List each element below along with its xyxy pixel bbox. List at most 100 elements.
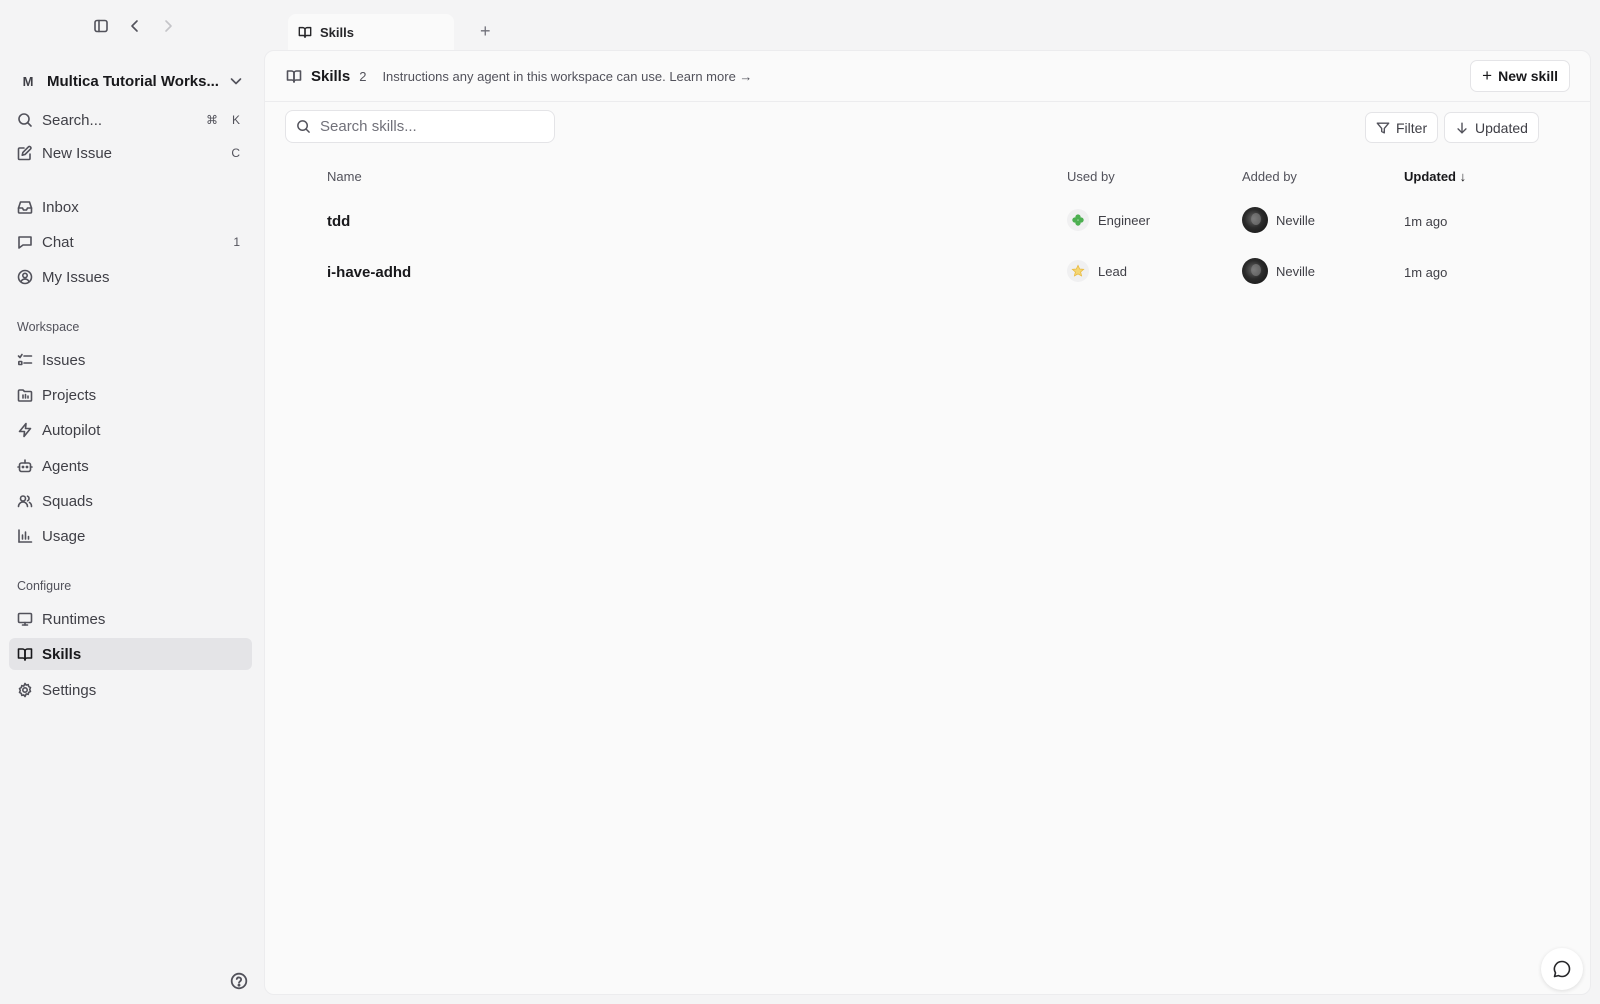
users-icon [17,493,33,509]
monitor-icon [17,611,33,627]
bar-chart-icon [17,528,33,544]
plus-icon: + [1482,66,1493,85]
column-updated[interactable]: Updated ↓ [1404,169,1466,184]
sidebar-item-label: Inbox [42,198,79,216]
book-icon [17,646,33,662]
bot-icon [17,458,33,474]
sidebar-item-usage[interactable]: Usage [9,520,252,552]
sidebar-item-label: Squads [42,492,93,510]
used-by: Lead [1067,260,1127,282]
new-issue-label: New Issue [42,144,113,162]
skill-name[interactable]: tdd [327,213,350,230]
book-icon [298,25,312,39]
sidebar-search-label: Search... [42,111,103,129]
forward-arrow-icon[interactable] [158,16,178,36]
avatar [1242,258,1268,284]
skill-name[interactable]: i-have-adhd [327,264,411,281]
sidebar-item-label: Usage [42,527,86,545]
sidebar-item-inbox[interactable]: Inbox [9,191,252,223]
new-skill-label: New skill [1498,68,1558,84]
new-tab-button[interactable]: + [480,22,491,40]
sidebar-item-label: Runtimes [42,610,106,628]
sidebar-item-label: Settings [42,681,97,699]
sidebar-item-skills[interactable]: Skills [9,638,252,670]
user-name: Neville [1276,263,1316,279]
section-configure: Configure [17,579,72,593]
star-icon [1067,260,1089,282]
back-arrow-icon[interactable] [125,16,145,36]
bolt-icon [17,422,33,438]
sidebar-item-label: Issues [42,351,86,369]
added-by: Neville [1242,258,1315,284]
search-shortcut: ⌘ K [205,113,240,127]
added-by: Neville [1242,207,1315,233]
workspace-switcher[interactable]: M Multica Tutorial Works... [16,68,248,94]
sidebar-item-label: Skills [42,645,82,663]
column-added-by[interactable]: Added by [1242,169,1297,184]
sidebar-item-squads[interactable]: Squads [9,485,252,517]
sidebar-item-label: Autopilot [42,421,101,439]
sidebar-item-label: Chat [42,233,74,251]
search-icon [17,112,33,128]
sidebar-new-issue[interactable]: New Issue C [9,137,252,169]
filter-button[interactable]: Filter [1365,112,1439,143]
sidebar-search[interactable]: Search... ⌘ K [9,104,252,136]
table-row[interactable]: i-have-adhd Lead Neville 1m ago [265,246,1590,297]
page-header: Skills 2 Instructions any agent in this … [265,51,1590,102]
used-by: Engineer [1067,209,1150,231]
filter-icon [1376,121,1390,135]
sidebar-item-runtimes[interactable]: Runtimes [9,603,252,635]
inbox-icon [17,199,33,215]
search-box[interactable] [285,110,555,143]
user-name: Neville [1276,212,1316,228]
sidebar-item-chat[interactable]: Chat 1 [9,226,252,258]
arrow-down-icon [1455,121,1469,135]
workspace-name: Multica Tutorial Works... [47,72,219,90]
workspace-badge: M [22,73,34,89]
skills-table: Name Used by Added by Updated ↓ tdd Engi… [265,157,1590,297]
list-icon [17,352,33,368]
sort-label: Updated [1475,119,1528,136]
updated-time: 1m ago [1404,265,1448,280]
user-circle-icon [17,269,33,285]
agent-name: Engineer [1098,212,1151,228]
column-name[interactable]: Name [327,169,362,184]
sidebar-item-settings[interactable]: Settings [9,674,252,706]
top-bar: Skills + [0,0,1600,50]
sidebar-item-issues[interactable]: Issues [9,344,252,376]
table-row[interactable]: tdd Engineer Neville 1m ago [265,195,1590,246]
clover-icon [1067,209,1089,231]
page-description[interactable]: Instructions any agent in this workspace… [382,69,752,84]
sidebar: M Multica Tutorial Works... Search... ⌘ K… [0,50,262,1004]
sort-button[interactable]: Updated [1444,112,1539,143]
new-skill-button[interactable]: + New skill [1470,60,1570,92]
search-skills-input[interactable] [320,118,540,135]
gear-icon [17,682,33,698]
new-issue-shortcut: C [231,146,240,160]
sidebar-item-my-issues[interactable]: My Issues [9,261,252,293]
toolbar: Filter Updated [265,102,1590,156]
tab-skills[interactable]: Skills [288,14,454,50]
folder-icon [17,387,33,403]
chevron-down-icon [228,73,244,89]
page-title: Skills [311,67,351,85]
avatar [1242,207,1268,233]
filter-label: Filter [1396,119,1428,136]
chat-bubble-icon [1552,959,1572,979]
sidebar-item-label: Agents [42,457,89,475]
book-icon [286,68,302,84]
agent-name: Lead [1098,263,1127,279]
help-icon[interactable] [230,972,248,990]
chat-icon [17,234,33,250]
updated-time: 1m ago [1404,214,1448,229]
chat-bubble-button[interactable] [1541,948,1583,990]
chat-unread-count: 1 [233,235,240,249]
sidebar-item-autopilot[interactable]: Autopilot [9,414,252,446]
sidebar-item-projects[interactable]: Projects [9,379,252,411]
sidebar-toggle-icon[interactable] [91,16,111,36]
sidebar-item-label: Projects [42,386,97,404]
table-header: Name Used by Added by Updated ↓ [265,157,1590,195]
sidebar-item-agents[interactable]: Agents [9,450,252,482]
sidebar-item-label: My Issues [42,268,110,286]
column-used-by[interactable]: Used by [1067,169,1115,184]
